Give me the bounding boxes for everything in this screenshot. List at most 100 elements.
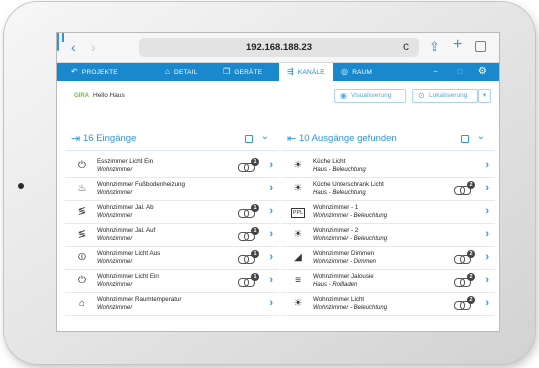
link-count-badge: 2 xyxy=(467,181,475,189)
blind-up-icon: ≶ xyxy=(77,229,87,240)
outputs-title: 10 Ausgänge gefunden xyxy=(299,133,397,144)
item-subtitle: Wohnzimmer xyxy=(97,305,133,311)
select-all-checkbox[interactable] xyxy=(461,135,469,143)
chevron-right-icon[interactable]: › xyxy=(485,181,489,195)
app-navigation: ↶ Projekte ⌂ Detail ❐ Geräte ⇶ Kanäle ◎ Raum … xyxy=(57,63,499,81)
reload-icon[interactable]: c xyxy=(403,37,409,56)
chevron-right-icon[interactable]: › xyxy=(485,158,489,172)
chevron-right-icon[interactable]: › xyxy=(269,227,273,241)
list-item[interactable]: ☀ Wohnzimmer Licht Wohnzimmer - Beleuchtun… xyxy=(281,293,495,316)
list-item[interactable]: ☀ Wohnzimmer - 2 Wohnzimmer - Beleuchtung › xyxy=(281,224,495,247)
nav-projekte[interactable]: ↶ Projekte xyxy=(57,63,165,81)
link-count-badge: 2 xyxy=(467,296,475,304)
item-title: Esszimmer Licht Ein xyxy=(97,158,154,165)
link-count-icon[interactable]: 1 xyxy=(237,273,259,287)
link-count-badge: 2 xyxy=(467,250,475,258)
nav-label: Geräte xyxy=(234,69,263,76)
new-tab-icon[interactable]: + xyxy=(453,37,462,53)
chevron-right-icon[interactable]: › xyxy=(269,158,273,172)
nav-label: Detail xyxy=(174,69,198,76)
chevron-right-icon[interactable]: › xyxy=(269,296,273,310)
share-icon[interactable]: ⇪ xyxy=(429,39,440,55)
home-button[interactable] xyxy=(18,183,24,189)
item-title: Wohnzimmer Licht Aus xyxy=(97,250,161,257)
list-item[interactable]: ◢ Wohnzimmer Dimmen Wohnzimmer - Dimmen 2 › xyxy=(281,247,495,270)
select-all-checkbox[interactable] xyxy=(245,135,253,143)
list-item[interactable]: ⏻ Esszimmer Licht Ein Wohnzimmer 1 › xyxy=(65,155,279,178)
list-item[interactable]: ♨ Wohnzimmer Fußbodenheizung Wohnzimmer › xyxy=(65,178,279,201)
inputs-list: ⏻ Esszimmer Licht Ein Wohnzimmer 1 › ♨ Wohnzim… xyxy=(65,155,279,316)
item-title: Wohnzimmer - 1 xyxy=(313,204,359,211)
list-item[interactable]: ≶ Wohnzimmer Jal. Ab Wohnzimmer 1 › xyxy=(65,201,279,224)
list-item[interactable]: ⌂ Wohnzimmer Raumtemperatur Wohnzimmer › xyxy=(65,293,279,316)
nav-kanaele[interactable]: ⇶ Kanäle xyxy=(279,63,333,81)
link-count-icon[interactable]: 1 xyxy=(237,158,259,172)
item-subtitle: Wohnzimmer - Beleuchtung xyxy=(313,305,388,311)
link-count-icon[interactable]: 2 xyxy=(453,273,475,287)
chevron-right-icon[interactable]: › xyxy=(269,273,273,287)
link-count-icon[interactable]: 1 xyxy=(237,227,259,241)
visualisierung-button[interactable]: ◉ Visualisierung xyxy=(334,89,406,103)
list-item[interactable]: ⏻ Wohnzimmer Licht Ein Wohnzimmer 1 › xyxy=(65,270,279,293)
list-item[interactable]: ≶ Wohnzimmer Jal. Auf Wohnzimmer 1 › xyxy=(65,224,279,247)
list-item[interactable]: ☀ Küche Licht Haus - Beleuchtung › xyxy=(281,155,495,178)
chevron-right-icon[interactable]: › xyxy=(485,204,489,218)
chevron-right-icon[interactable]: › xyxy=(485,250,489,264)
chevron-right-icon[interactable]: › xyxy=(485,227,489,241)
list-item[interactable]: ☀ Küche Unterschrank Licht Haus - Beleucht… xyxy=(281,178,495,201)
inputs-header: ⇥ 16 Eingänge ⌄ xyxy=(65,127,279,151)
chevron-down-icon[interactable]: ⌄ xyxy=(261,131,269,142)
forward-icon[interactable]: › xyxy=(91,39,96,55)
item-subtitle: Wohnzimmer xyxy=(97,282,133,288)
chevron-right-icon[interactable]: › xyxy=(269,250,273,264)
link-count-badge: 1 xyxy=(251,158,259,166)
dimmer-light-icon: ☀ xyxy=(293,229,303,240)
lokalisierung-button[interactable]: ⊙ Lokalisierung xyxy=(412,89,478,103)
settings-gears-icon[interactable]: ⚙ xyxy=(478,63,487,81)
nav-label: Kanäle xyxy=(297,69,325,76)
chevron-down-icon[interactable]: ⌄ xyxy=(477,131,485,142)
light-icon: ☀ xyxy=(293,160,303,171)
item-subtitle: Wohnzimmer xyxy=(97,236,133,242)
link-icon[interactable]: ⇔ xyxy=(432,63,439,81)
chevron-right-icon[interactable]: › xyxy=(269,204,273,218)
project-header: GIRA Hello Haus ◉ Visualisierung ⊙ Lokalis… xyxy=(57,81,499,121)
chevron-right-icon[interactable]: › xyxy=(485,273,489,287)
item-subtitle: Wohnzimmer - Beleuchtung xyxy=(313,236,388,242)
light-icon: ☀ xyxy=(293,298,303,309)
link-count-icon[interactable]: 2 xyxy=(453,296,475,310)
list-item[interactable]: PPL Wohnzimmer - 1 Wohnzimmer - Beleuchtun… xyxy=(281,201,495,224)
nav-raum[interactable]: ◎ Raum xyxy=(333,63,393,81)
item-title: Wohnzimmer Dimmen xyxy=(313,250,375,257)
item-title: Wohnzimmer Fußbodenheizung xyxy=(97,181,185,188)
tabs-overview-icon[interactable] xyxy=(475,41,486,52)
more-dropdown-button[interactable]: ▾ xyxy=(478,89,491,103)
back-icon[interactable]: ‹ xyxy=(71,39,76,55)
link-count-badge: 2 xyxy=(467,273,475,281)
floor-heating-icon: ♨ xyxy=(77,183,87,194)
item-title: Wohnzimmer Jalousie xyxy=(313,273,374,280)
document-icon[interactable]: ▢ xyxy=(457,63,463,81)
link-count-icon[interactable]: 2 xyxy=(453,250,475,264)
item-title: Wohnzimmer Jal. Auf xyxy=(97,227,156,234)
bookmarks-icon[interactable] xyxy=(57,33,59,51)
list-item[interactable]: ≡ Wohnzimmer Jalousie Haus - Rollladen 2 › xyxy=(281,270,495,293)
device-icon: ❐ xyxy=(223,67,231,76)
chevron-right-icon[interactable]: › xyxy=(485,296,489,310)
item-title: Küche Licht xyxy=(313,158,346,165)
browser-toolbar: ‹ › 192.168.188.23 c ⇪ + xyxy=(57,33,499,63)
list-item[interactable]: ⏼ Wohnzimmer Licht Aus Wohnzimmer 1 › xyxy=(65,247,279,270)
item-subtitle: Wohnzimmer xyxy=(97,259,133,265)
nav-label: Projekte xyxy=(81,69,118,76)
address-bar[interactable]: 192.168.188.23 xyxy=(139,38,419,57)
link-count-icon[interactable]: 2 xyxy=(453,181,475,195)
nav-detail[interactable]: ⌂ Detail xyxy=(165,63,223,81)
tablet-frame: ‹ › 192.168.188.23 c ⇪ + ↶ Projekte ⌂ Deta… xyxy=(4,2,535,364)
nav-geraete[interactable]: ❐ Geräte xyxy=(223,63,279,81)
item-title: Wohnzimmer Licht xyxy=(313,296,365,303)
chevron-right-icon[interactable]: › xyxy=(269,181,273,195)
link-count-icon[interactable]: 1 xyxy=(237,204,259,218)
link-count-icon[interactable]: 1 xyxy=(237,250,259,264)
lokalisierung-label: Lokalisierung xyxy=(429,92,468,99)
item-title: Wohnzimmer Raumtemperatur xyxy=(97,296,182,303)
